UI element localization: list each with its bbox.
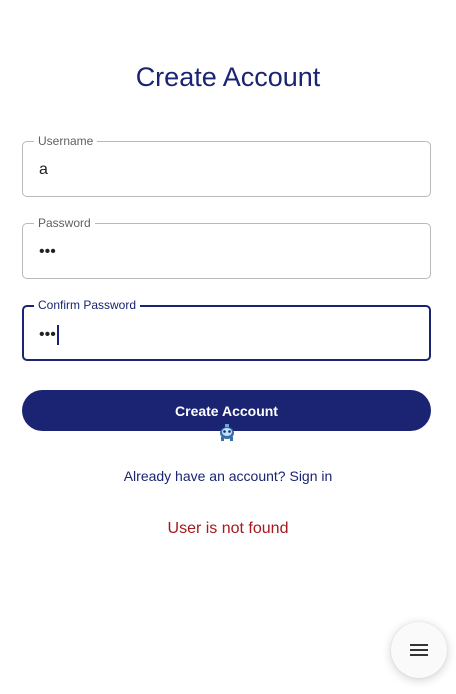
confirm-password-value: ••• — [39, 326, 56, 343]
confirm-password-value-wrap: ••• — [39, 325, 59, 345]
text-caret — [56, 325, 59, 345]
confirm-password-field[interactable]: Confirm Password ••• — [22, 298, 431, 361]
menu-fab-button[interactable] — [391, 622, 447, 678]
error-message: User is not found — [167, 520, 289, 537]
username-value: a — [39, 161, 48, 178]
username-field[interactable]: Username a — [22, 134, 431, 197]
confirm-password-label: Confirm Password — [34, 298, 141, 312]
sign-in-link[interactable]: Already have an account? Sign in — [0, 468, 456, 484]
menu-icon — [410, 644, 428, 656]
password-value: ••• — [39, 243, 56, 260]
password-label: Password — [34, 216, 95, 230]
username-label: Username — [34, 134, 98, 148]
page-title: Create Account — [135, 62, 321, 92]
mascot-cursor-icon — [220, 424, 234, 441]
password-field[interactable]: Password ••• — [22, 216, 431, 279]
